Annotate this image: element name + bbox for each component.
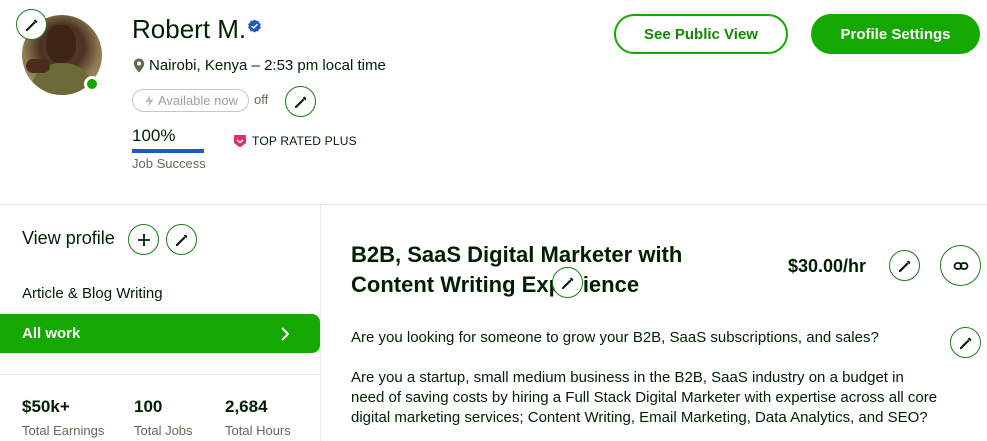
verified-badge-icon bbox=[248, 19, 261, 33]
top-rated-plus-badge: TOP RATED PLUS bbox=[233, 134, 357, 148]
stat-total-hours: 2,684 Total Hours bbox=[225, 397, 291, 438]
location: Nairobi, Kenya – 2:53 pm local time bbox=[133, 57, 386, 74]
stat-value: 100 bbox=[134, 397, 163, 416]
stat-label: Total Earnings bbox=[22, 423, 105, 438]
top-rated-plus-icon bbox=[234, 135, 246, 148]
add-specialized-profile-button[interactable] bbox=[128, 224, 159, 255]
edit-availability-button[interactable] bbox=[285, 86, 316, 117]
sidebar-item-label: All work bbox=[22, 325, 81, 342]
job-success-value: 100% bbox=[132, 126, 176, 145]
plus-icon bbox=[137, 233, 150, 246]
profile-settings-button[interactable]: Profile Settings bbox=[811, 14, 980, 54]
pencil-icon bbox=[294, 96, 306, 108]
sidebar-divider bbox=[320, 205, 321, 441]
stat-value: $50k+ bbox=[22, 397, 70, 416]
view-profile-heading: View profile bbox=[22, 228, 115, 248]
sidebar-item-article-blog-writing[interactable]: Article & Blog Writing bbox=[22, 285, 163, 302]
location-text: Nairobi, Kenya – 2:53 pm local time bbox=[149, 57, 386, 74]
description-paragraph: Are you a startup, small medium business… bbox=[351, 369, 938, 426]
sidebar-item-all-work[interactable]: All work bbox=[0, 314, 320, 353]
edit-view-profile-button[interactable] bbox=[166, 224, 197, 255]
pencil-icon bbox=[959, 337, 971, 349]
link-icon bbox=[953, 261, 968, 270]
description-paragraph: Are you looking for someone to grow your… bbox=[351, 329, 879, 346]
edit-avatar-button[interactable] bbox=[16, 9, 47, 40]
edit-rate-button[interactable] bbox=[889, 250, 920, 281]
chevron-right-icon bbox=[281, 326, 290, 341]
lightning-icon bbox=[145, 94, 154, 107]
see-public-view-button[interactable]: See Public View bbox=[614, 14, 788, 54]
pencil-icon bbox=[175, 234, 187, 246]
availability-state: off bbox=[254, 92, 269, 107]
edit-title-button[interactable] bbox=[552, 267, 583, 298]
top-rated-plus-label: TOP RATED PLUS bbox=[252, 134, 357, 148]
availability-toggle[interactable]: Available now bbox=[132, 89, 249, 112]
job-success-label: Job Success bbox=[132, 156, 206, 171]
job-success-bar bbox=[132, 149, 204, 153]
copy-link-button[interactable] bbox=[940, 245, 981, 286]
section-divider bbox=[0, 204, 987, 205]
sidebar-stats-divider bbox=[0, 374, 320, 375]
profile-name: Robert M. bbox=[132, 14, 247, 44]
stat-label: Total Jobs bbox=[134, 423, 193, 438]
pencil-icon bbox=[898, 260, 910, 272]
stat-value: 2,684 bbox=[225, 397, 268, 416]
location-pin-icon bbox=[133, 58, 145, 73]
hourly-rate: $30.00/hr bbox=[788, 256, 867, 276]
stat-total-jobs: 100 Total Jobs bbox=[134, 397, 193, 438]
pencil-icon bbox=[561, 277, 573, 289]
stat-label: Total Hours bbox=[225, 423, 291, 438]
availability-label: Available now bbox=[158, 93, 238, 108]
pencil-icon bbox=[25, 19, 37, 31]
stat-total-earnings: $50k+ Total Earnings bbox=[22, 397, 104, 438]
online-status-dot bbox=[84, 76, 100, 92]
edit-description-button[interactable] bbox=[950, 327, 981, 358]
